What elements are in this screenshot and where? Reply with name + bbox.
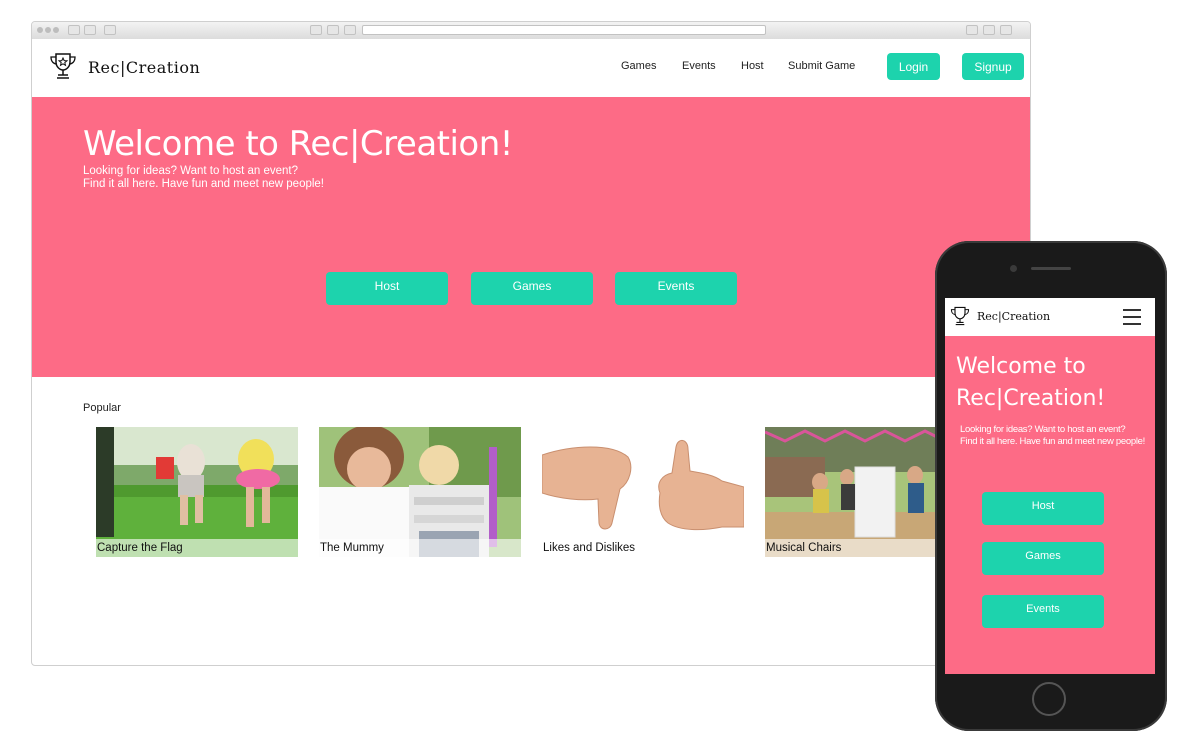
- new-tab-icon[interactable]: [1000, 25, 1012, 35]
- host-button[interactable]: Host: [326, 272, 448, 305]
- brand-name[interactable]: Rec|Creation: [88, 58, 200, 77]
- home-button[interactable]: [1032, 682, 1066, 716]
- mobile-hero-subtitle-line: Looking for ideas? Want to host an event…: [960, 424, 1126, 435]
- desktop-browser-mockup: Rec|Creation Games Events Host Submit Ga…: [31, 21, 1031, 666]
- thumbs-up-down-image: [542, 427, 744, 557]
- mobile-hero-subtitle-line: Find it all here. Have fun and meet new …: [960, 436, 1145, 447]
- mobile-hero-title-line: Welcome to: [956, 354, 1086, 379]
- game-card-capture-the-flag[interactable]: Capture the Flag: [96, 427, 298, 557]
- mobile-phone-mockup: Rec|Creation Welcome to Rec|Creation! Lo…: [935, 241, 1167, 731]
- mobile-screen: Rec|Creation Welcome to Rec|Creation! Lo…: [945, 298, 1155, 674]
- window-dot: [37, 27, 43, 33]
- tab-icon[interactable]: [310, 25, 322, 35]
- hamburger-menu-icon[interactable]: [1123, 309, 1141, 325]
- game-card-likes-and-dislikes[interactable]: Likes and Dislikes: [542, 427, 744, 557]
- mobile-games-button[interactable]: Games: [982, 542, 1104, 575]
- game-card-the-mummy[interactable]: The Mummy: [319, 427, 521, 557]
- trophy-icon[interactable]: [49, 51, 77, 81]
- tab-icon[interactable]: [327, 25, 339, 35]
- window-dot: [53, 27, 59, 33]
- events-button[interactable]: Events: [615, 272, 737, 305]
- capture-the-flag-image: [96, 427, 298, 557]
- nav-link-host[interactable]: Host: [741, 60, 764, 72]
- share-icon[interactable]: [966, 25, 978, 35]
- card-title: Likes and Dislikes: [542, 539, 744, 557]
- card-title: Capture the Flag: [96, 539, 298, 557]
- address-bar[interactable]: [362, 25, 766, 35]
- browser-toolbar: [32, 22, 1030, 40]
- hero-subtitle: Looking for ideas? Want to host an event…: [83, 165, 324, 191]
- games-button[interactable]: Games: [471, 272, 593, 305]
- card-title: The Mummy: [319, 539, 521, 557]
- mobile-hero-title: Welcome to Rec|Creation!: [956, 351, 1105, 415]
- tabs-overview-icon[interactable]: [983, 25, 995, 35]
- mobile-hero-subtitle: Looking for ideas? Want to host an event…: [960, 424, 1145, 448]
- window-dot: [45, 27, 51, 33]
- hero-subtitle-line: Looking for ideas? Want to host an event…: [83, 165, 299, 177]
- trophy-icon[interactable]: [950, 305, 970, 327]
- the-mummy-image: [319, 427, 521, 557]
- login-button[interactable]: Login: [887, 53, 940, 80]
- hero-title: Welcome to Rec|Creation!: [83, 124, 513, 164]
- mobile-hero-title-line: Rec|Creation!: [956, 386, 1106, 411]
- forward-icon[interactable]: [84, 25, 96, 35]
- mobile-host-button[interactable]: Host: [982, 492, 1104, 525]
- nav-link-events[interactable]: Events: [682, 60, 716, 72]
- mobile-header: Rec|Creation: [945, 298, 1155, 336]
- camera-icon: [1010, 265, 1017, 272]
- brand-name[interactable]: Rec|Creation: [977, 310, 1050, 323]
- popular-heading: Popular: [83, 402, 121, 414]
- back-icon[interactable]: [68, 25, 80, 35]
- nav-link-games[interactable]: Games: [621, 60, 656, 72]
- speaker-grille: [1031, 267, 1071, 270]
- hero-section: Welcome to Rec|Creation! Looking for ide…: [32, 97, 1030, 377]
- mobile-events-button[interactable]: Events: [982, 595, 1104, 628]
- nav-link-submit-game[interactable]: Submit Game: [788, 60, 855, 72]
- signup-button[interactable]: Signup: [962, 53, 1024, 80]
- tab-icon[interactable]: [344, 25, 356, 35]
- sidebar-icon[interactable]: [104, 25, 116, 35]
- site-header: Rec|Creation Games Events Host Submit Ga…: [32, 39, 1030, 97]
- hero-subtitle-line: Find it all here. Have fun and meet new …: [83, 178, 325, 190]
